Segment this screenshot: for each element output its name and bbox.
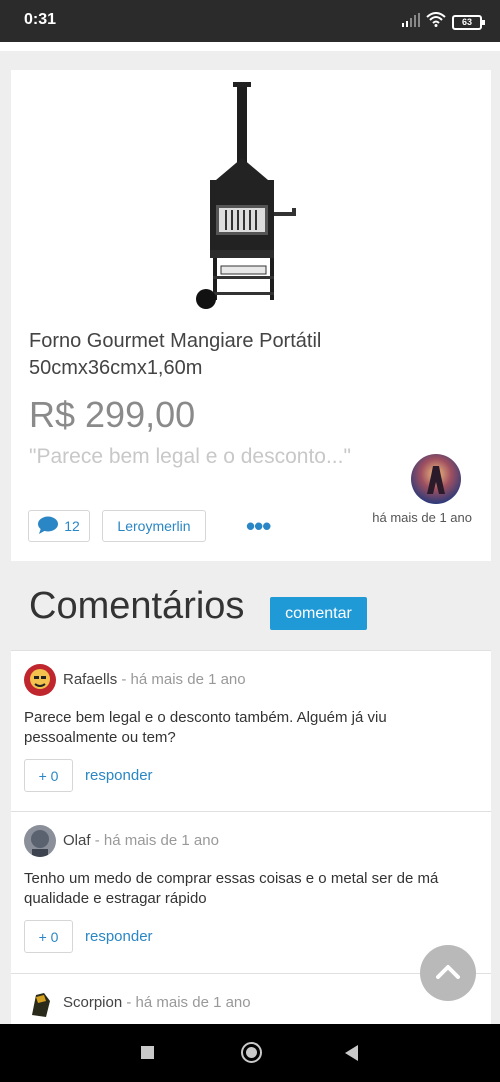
reply-link[interactable]: responder: [85, 928, 153, 945]
chevron-up-icon: [436, 963, 460, 984]
signal-icon: [402, 12, 420, 32]
comment-meta: Olaf - há mais de 1 ano: [63, 832, 219, 849]
battery-icon: 63: [452, 14, 485, 30]
wifi-icon: [426, 12, 446, 32]
store-button[interactable]: Leroymerlin: [102, 510, 206, 542]
circle-icon[interactable]: [241, 1042, 262, 1063]
reply-link[interactable]: responder: [85, 767, 153, 784]
posted-time: há mais de 1 ano: [372, 510, 472, 525]
add-comment-button[interactable]: comentar: [270, 597, 367, 630]
comment-item: Scorpion - há mais de 1 ano: [11, 974, 491, 1026]
comment-count-button[interactable]: 12: [28, 510, 90, 542]
square-icon[interactable]: [141, 1046, 154, 1059]
comment-author[interactable]: Rafaells: [63, 671, 117, 688]
avatar[interactable]: [24, 664, 56, 696]
product-title[interactable]: Forno Gourmet Mangiare Portátil 50cmx36c…: [29, 328, 469, 382]
status-bar: 0:31 63: [0, 0, 500, 42]
upvote-button[interactable]: + 0: [24, 920, 73, 953]
comment-author[interactable]: Olaf: [63, 832, 91, 849]
back-triangle-icon[interactable]: [345, 1045, 358, 1061]
scroll-to-top-button[interactable]: [420, 945, 476, 1001]
top-strip: [0, 42, 500, 51]
comment-meta: Scorpion - há mais de 1 ano: [63, 994, 251, 1011]
comments-heading: Comentários: [29, 585, 245, 627]
comment-time: - há mais de 1 ano: [121, 671, 246, 688]
avatar[interactable]: [24, 987, 56, 1019]
comment-meta: Rafaells - há mais de 1 ano: [63, 671, 246, 688]
product-quote: "Parece bem legal e o desconto...": [29, 445, 351, 468]
comment-count: 12: [64, 518, 80, 534]
comment-item: Olaf - há mais de 1 ano Tenho um medo de…: [11, 812, 491, 974]
upvote-button[interactable]: + 0: [24, 759, 73, 792]
comments-list: Rafaells - há mais de 1 ano Parece bem l…: [11, 650, 491, 1026]
status-time: 0:31: [24, 11, 57, 28]
comment-text: Tenho um medo de comprar essas coisas e …: [24, 870, 439, 907]
comment-item: Rafaells - há mais de 1 ano Parece bem l…: [11, 650, 491, 812]
speech-bubble-icon: [38, 516, 59, 537]
system-nav-bar: [0, 1024, 500, 1082]
comment-time: - há mais de 1 ano: [126, 994, 251, 1011]
comment-text: Parece bem legal e o desconto também. Al…: [24, 709, 387, 746]
poster-avatar[interactable]: [411, 454, 461, 504]
avatar[interactable]: [24, 825, 56, 857]
comment-time: - há mais de 1 ano: [94, 832, 219, 849]
more-options-button[interactable]: •••: [246, 513, 271, 539]
product-card[interactable]: Forno Gourmet Mangiare Portátil 50cmx36c…: [11, 70, 491, 561]
comment-author[interactable]: Scorpion: [63, 994, 122, 1011]
status-icons: 63: [402, 12, 485, 32]
product-image[interactable]: [166, 80, 336, 312]
product-price: R$ 299,00: [29, 394, 196, 435]
